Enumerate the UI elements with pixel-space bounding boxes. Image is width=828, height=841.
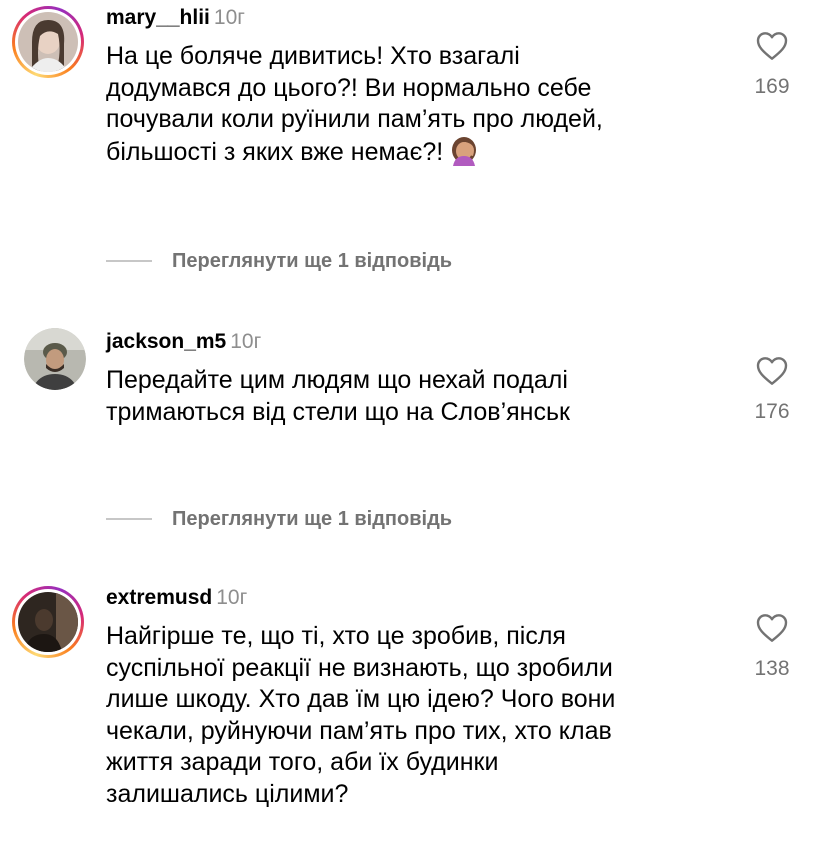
comment-text: На це боляче дивитись! Хто взагалі додум… [106, 41, 726, 174]
comment-line: більшості з яких вже немає?! [106, 136, 726, 175]
comment-meta: extremusd 10г [106, 585, 247, 611]
timestamp: 10г [230, 330, 262, 353]
like-count: 138 [754, 657, 790, 680]
comment-line: чекали, руйнуючи пам’ять про тих, хто кл… [106, 716, 612, 745]
comment-line-text: більшості з яких вже немає?! [106, 137, 444, 166]
facepalm-emoji-icon [447, 136, 481, 175]
username[interactable]: mary__hlii [106, 6, 210, 29]
comment-line: додумався до цього?! Ви нормально себе [106, 73, 592, 102]
timestamp: 10г [213, 6, 245, 29]
view-replies-label[interactable]: Переглянути ще 1 відповідь [172, 250, 452, 273]
comment-line: тримаються від стели що на Слов’янськ [106, 397, 570, 426]
username[interactable]: extremusd [106, 586, 212, 609]
view-replies-button[interactable]: Переглянути ще 1 відповідь [106, 247, 452, 275]
comment-line: Найгірше те, що ті, хто це зробив, після [106, 622, 566, 650]
timestamp: 10г [216, 586, 248, 609]
comment-line: почували коли руїнили пам’ять про людей, [106, 105, 603, 133]
view-replies-label[interactable]: Переглянути ще 1 відповідь [172, 508, 452, 531]
comment-line: Передайте цим людям що нехай подалі [106, 366, 568, 394]
divider-line [106, 518, 152, 520]
username[interactable]: jackson_m5 [106, 330, 226, 353]
heart-outline-icon[interactable] [756, 613, 788, 643]
like-button[interactable]: 169 [748, 31, 796, 99]
avatar[interactable] [12, 6, 84, 78]
comment-text: Найгірше те, що ті, хто це зробив, після… [106, 621, 726, 810]
comment-meta: mary__hlii 10г [106, 5, 245, 31]
avatar[interactable] [24, 328, 86, 390]
comment-line: лише шкоду. Хто дав їм цю ідею? Чого вон… [106, 685, 616, 713]
avatar-photo [18, 12, 78, 72]
divider-line [106, 260, 152, 262]
like-button[interactable]: 138 [748, 613, 796, 681]
view-replies-button[interactable]: Переглянути ще 1 відповідь [106, 505, 452, 533]
heart-outline-icon[interactable] [756, 356, 788, 386]
like-count: 169 [754, 75, 790, 98]
comment-line: На це боляче дивитись! Хто взагалі [106, 42, 520, 70]
like-button[interactable]: 176 [748, 356, 796, 424]
comment-meta: jackson_m5 10г [106, 329, 261, 355]
comment-line: суспільної реакції не визнають, що зроби… [106, 653, 613, 682]
comment-text: Передайте цим людям що нехай подалі трим… [106, 365, 726, 428]
heart-outline-icon[interactable] [756, 31, 788, 61]
comment-line: життя заради того, аби їх будинки [106, 748, 499, 776]
avatar-photo [24, 328, 86, 390]
like-count: 176 [754, 400, 790, 423]
avatar-photo [18, 592, 78, 652]
avatar[interactable] [12, 586, 84, 658]
comment-line: залишались цілими? [106, 779, 349, 808]
